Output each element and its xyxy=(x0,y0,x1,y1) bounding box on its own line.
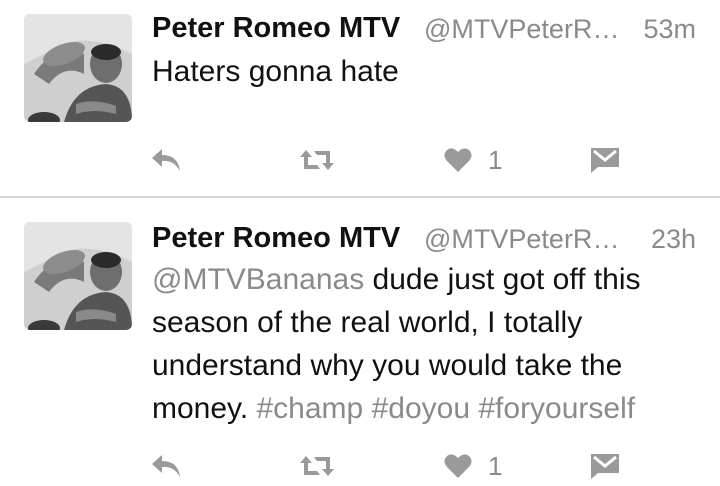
reply-button[interactable] xyxy=(150,140,182,180)
like-button[interactable]: 1 xyxy=(444,446,502,486)
reply-icon xyxy=(152,149,180,171)
tweet-text: Haters gonna hate xyxy=(152,50,690,93)
author-name[interactable]: Peter Romeo MTV xyxy=(152,218,400,258)
heart-icon xyxy=(444,148,472,172)
tweet-text-content: Haters gonna hate xyxy=(152,55,399,88)
hashtag-link[interactable]: #champ xyxy=(257,392,364,425)
tweet-item[interactable]: Peter Romeo MTV @MTVPeterRo... 23h @MTVB… xyxy=(0,198,720,484)
tweet-header: Peter Romeo MTV @MTVPeterRo... 23h xyxy=(152,218,696,258)
timestamp: 23h xyxy=(650,224,696,254)
tweet-item[interactable]: Peter Romeo MTV @MTVPeterRo... 53m Hater… xyxy=(0,0,720,197)
message-icon xyxy=(591,454,619,479)
hashtag-link[interactable]: #foryourself xyxy=(478,392,635,425)
like-count: 1 xyxy=(488,145,503,175)
tweet-header: Peter Romeo MTV @MTVPeterRo... 53m xyxy=(152,8,696,48)
direct-message-button[interactable] xyxy=(590,446,620,486)
tweet-actions: 1 xyxy=(0,446,720,486)
avatar[interactable] xyxy=(24,222,132,330)
retweet-button[interactable] xyxy=(298,140,336,180)
retweet-icon xyxy=(300,150,334,170)
heart-icon xyxy=(444,454,472,478)
reply-icon xyxy=(152,455,180,477)
author-name[interactable]: Peter Romeo MTV xyxy=(152,8,400,48)
avatar[interactable] xyxy=(24,14,132,122)
reply-button[interactable] xyxy=(150,446,182,486)
timestamp: 53m xyxy=(643,14,696,44)
like-button[interactable]: 1 xyxy=(444,140,502,180)
tweet-text: @MTVBananas dude just got off this seaso… xyxy=(152,258,690,430)
mention-link[interactable]: @MTVBananas xyxy=(152,263,364,296)
tweet-actions: 1 xyxy=(0,140,720,180)
retweet-button[interactable] xyxy=(298,446,336,486)
direct-message-button[interactable] xyxy=(590,140,620,180)
retweet-icon xyxy=(300,456,334,476)
hashtag-link[interactable]: #doyou xyxy=(372,392,470,425)
message-icon xyxy=(591,148,619,173)
author-handle[interactable]: @MTVPeterRo... xyxy=(424,9,624,48)
author-handle[interactable]: @MTVPeterRo... xyxy=(424,219,624,258)
like-count: 1 xyxy=(488,451,503,481)
